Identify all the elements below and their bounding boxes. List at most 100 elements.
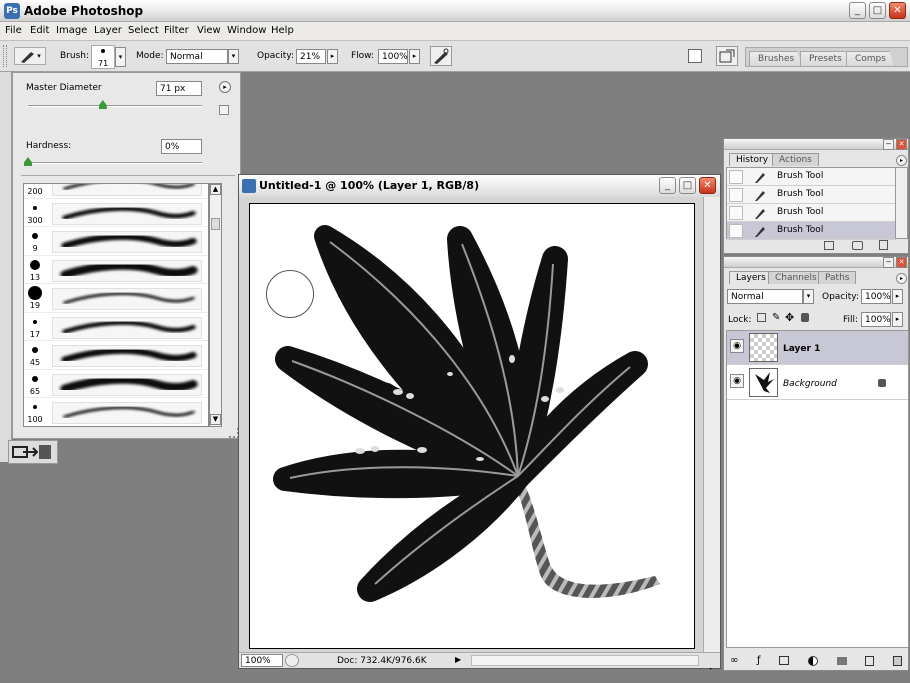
close-button[interactable]: ✕ [889, 2, 906, 19]
history-item[interactable]: Brush Tool [727, 222, 896, 240]
master-diameter-slider-thumb[interactable] [98, 100, 107, 109]
palette-well-tab-presets[interactable]: Presets [800, 51, 851, 67]
brush-preset-item[interactable]: 45 [24, 341, 208, 370]
history-checkbox[interactable] [729, 224, 743, 238]
palette-well-tab-brushes[interactable]: Brushes [749, 51, 804, 67]
lock-position-icon[interactable]: ✥ [785, 311, 794, 324]
history-scrollbar[interactable] [895, 167, 908, 239]
master-diameter-input[interactable]: 71 px [156, 81, 202, 96]
doc-minimize-button[interactable]: _ [659, 177, 676, 194]
brush-preset-item[interactable]: 300 [24, 199, 208, 227]
mode-select[interactable]: Normal [166, 49, 228, 64]
document-horizontal-scrollbar[interactable] [471, 655, 699, 666]
doc-maximize-button[interactable]: □ [679, 177, 696, 194]
zoom-input[interactable]: 100% [241, 654, 283, 667]
snapshot-icon[interactable] [852, 241, 863, 250]
scroll-up-arrow[interactable]: ▲ [210, 184, 221, 195]
adjustment-layer-icon[interactable] [807, 655, 818, 666]
link-layers-icon[interactable]: ∞ [730, 655, 738, 666]
opacity-slider-arrow[interactable]: ▸ [327, 49, 338, 64]
layer-opacity-input[interactable]: 100% [861, 289, 891, 304]
visibility-eye-icon[interactable]: ◉ [730, 374, 744, 388]
menu-help[interactable]: Help [271, 25, 294, 36]
new-group-icon[interactable] [836, 656, 847, 665]
fill-input[interactable]: 100% [861, 312, 891, 327]
tool-preset-picker[interactable]: ▾ [14, 47, 46, 65]
flow-slider-arrow[interactable]: ▸ [409, 49, 420, 64]
trash-icon[interactable] [879, 240, 888, 250]
menu-view[interactable]: View [197, 25, 221, 36]
add-mask-icon[interactable] [779, 656, 790, 665]
tab-history[interactable]: History [729, 153, 776, 166]
brush-preset-item[interactable]: 17 [24, 313, 208, 341]
layer-row[interactable]: ◉ Background [727, 366, 908, 400]
new-preset-icon[interactable] [219, 105, 229, 115]
maximize-button[interactable]: □ [869, 2, 886, 19]
brush-preset-item[interactable]: 13 [24, 256, 208, 284]
palette-well-toggle[interactable] [716, 46, 738, 66]
tab-paths[interactable]: Paths [818, 271, 857, 284]
master-diameter-slider[interactable] [28, 105, 202, 107]
history-checkbox[interactable] [729, 170, 743, 184]
brush-preset-item[interactable]: 9 [24, 227, 208, 256]
scroll-down-arrow[interactable]: ▼ [210, 414, 221, 425]
fill-arrow[interactable]: ▸ [892, 312, 903, 327]
document-vertical-scrollbar[interactable]: ▼ [703, 197, 720, 671]
menu-image[interactable]: Image [56, 25, 87, 36]
menu-file[interactable]: File [5, 25, 22, 36]
hardness-slider[interactable] [28, 162, 202, 164]
history-minimize-button[interactable]: − [883, 139, 894, 150]
menu-edit[interactable]: Edit [30, 25, 49, 36]
brush-preset-item[interactable]: 200 [24, 184, 208, 199]
tab-actions[interactable]: Actions [772, 153, 819, 166]
tab-layers[interactable]: Layers [729, 271, 773, 284]
layers-menu-arrow[interactable]: ▸ [896, 273, 907, 284]
scroll-thumb[interactable] [211, 218, 220, 230]
brush-preset-item[interactable]: 19 [24, 284, 208, 313]
layer-style-icon[interactable]: ƒ [757, 655, 761, 666]
layer-opacity-arrow[interactable]: ▸ [892, 289, 903, 304]
layer-row[interactable]: ◉ Layer 1 [727, 331, 908, 365]
visibility-eye-icon[interactable]: ◉ [730, 339, 744, 353]
layers-close-button[interactable]: ✕ [896, 257, 907, 268]
lock-all-icon[interactable] [801, 313, 809, 322]
picker-menu-arrow[interactable]: ▸ [219, 81, 231, 93]
mode-dropdown-arrow[interactable]: ▾ [228, 49, 239, 64]
lock-transparency-icon[interactable] [757, 313, 766, 322]
brush-preset-item[interactable]: 65 [24, 370, 208, 398]
new-layer-icon[interactable] [865, 655, 875, 666]
layers-minimize-button[interactable]: − [883, 257, 894, 268]
brush-picker-arrow[interactable]: ▾ [115, 47, 126, 67]
menu-layer[interactable]: Layer [94, 25, 122, 36]
palette-well-tab-comps[interactable]: Comps [846, 51, 895, 67]
history-close-button[interactable]: ✕ [896, 139, 907, 150]
menu-window[interactable]: Window [227, 25, 266, 36]
hardness-slider-thumb[interactable] [24, 157, 32, 166]
brush-preview[interactable]: 71 [91, 45, 115, 69]
document-canvas[interactable] [249, 203, 695, 649]
flow-input[interactable]: 100% [378, 49, 408, 64]
blend-mode-select[interactable]: Normal [727, 289, 803, 304]
brush-list-scrollbar[interactable]: ▲ ▼ [209, 183, 222, 427]
history-item[interactable]: Brush Tool [727, 204, 896, 222]
blend-mode-dropdown-arrow[interactable]: ▾ [803, 289, 814, 304]
menu-select[interactable]: Select [128, 25, 159, 36]
brush-preset-item[interactable]: 100 [24, 398, 208, 426]
history-menu-arrow[interactable]: ▸ [896, 155, 907, 166]
file-browser-icon[interactable] [688, 49, 702, 63]
history-checkbox[interactable] [729, 188, 743, 202]
jump-to-imageready-button[interactable] [8, 440, 58, 464]
lock-pixels-icon[interactable]: ✎ [772, 312, 780, 323]
history-checkbox[interactable] [729, 206, 743, 220]
opacity-input[interactable]: 21% [296, 49, 326, 64]
minimize-button[interactable]: _ [849, 2, 866, 19]
history-item[interactable]: Brush Tool [727, 186, 896, 204]
delete-layer-icon[interactable] [893, 655, 902, 666]
status-icon[interactable] [285, 654, 299, 667]
hardness-input[interactable]: 0% [161, 139, 202, 154]
airbrush-toggle[interactable] [430, 46, 452, 66]
status-menu-arrow[interactable]: ▶ [455, 655, 461, 664]
doc-close-button[interactable]: ✕ [699, 177, 716, 194]
new-document-icon[interactable] [824, 241, 834, 250]
tab-channels[interactable]: Channels [768, 271, 824, 284]
